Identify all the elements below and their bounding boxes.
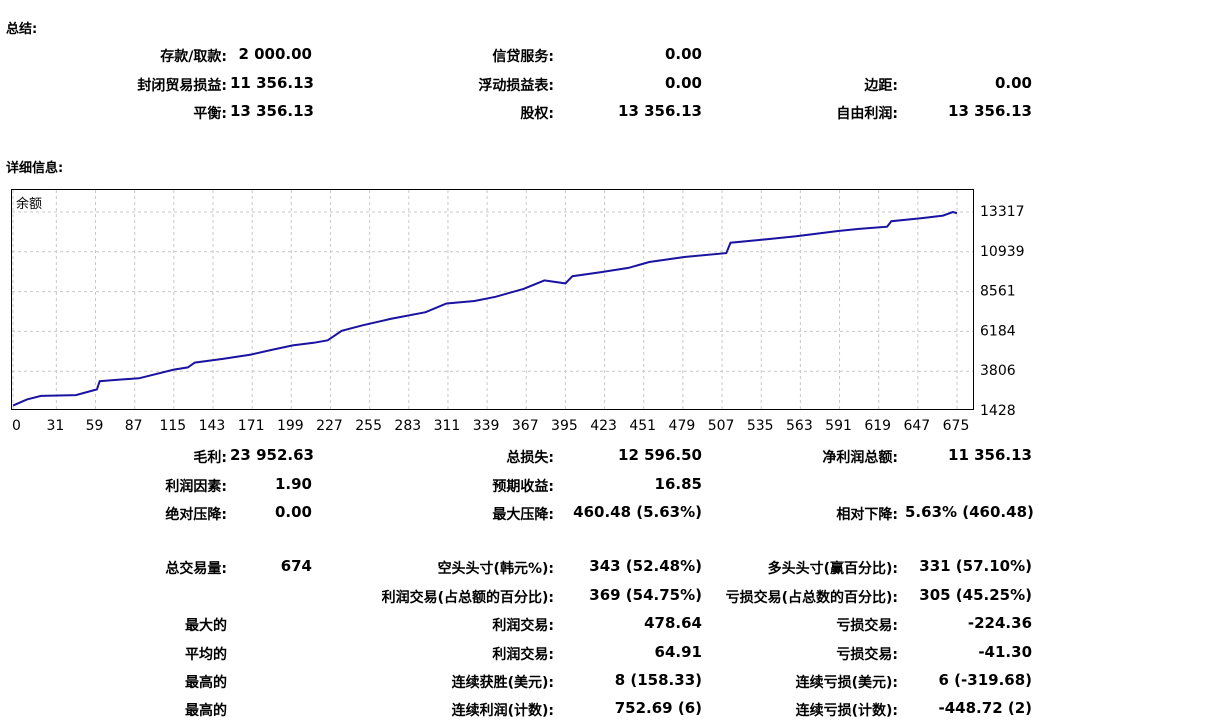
x-tick-label: 619 bbox=[864, 418, 891, 434]
summary-field-value: 0.00 bbox=[994, 74, 1032, 92]
summary-field-label: 信贷服务: bbox=[492, 49, 554, 65]
x-tick-label: 535 bbox=[747, 418, 774, 434]
x-tick-label: 115 bbox=[159, 418, 186, 434]
x-tick-label: 59 bbox=[86, 418, 104, 434]
summary-field-label: 封闭贸易损益: bbox=[137, 78, 227, 94]
y-tick-label: 1428 bbox=[980, 403, 1016, 419]
summary-field-value: 11 356.13 bbox=[230, 74, 314, 92]
trade-field-value: 6 (-319.68) bbox=[938, 671, 1032, 689]
trade-field-label: 利润交易: bbox=[492, 618, 554, 634]
x-tick-label: 339 bbox=[473, 418, 500, 434]
details-heading: 详细信息: bbox=[6, 161, 64, 176]
trade-field-value: 64.91 bbox=[654, 643, 702, 661]
summary-heading: 总结: bbox=[6, 22, 38, 37]
x-tick-label: 675 bbox=[943, 418, 970, 434]
detail-field-label: 利润因素: bbox=[165, 479, 227, 495]
balance-line bbox=[12, 210, 958, 407]
x-tick-label: 479 bbox=[669, 418, 696, 434]
y-tick-label: 10939 bbox=[980, 244, 1025, 260]
x-tick-label: 199 bbox=[277, 418, 304, 434]
detail-field-label: 净利润总额: bbox=[822, 450, 898, 466]
trade-field-value: 8 (158.33) bbox=[614, 671, 702, 689]
x-tick-label: 283 bbox=[394, 418, 421, 434]
y-tick-label: 6184 bbox=[980, 323, 1016, 339]
x-tick-label: 255 bbox=[355, 418, 382, 434]
trade-field-label: 亏损交易: bbox=[836, 618, 898, 634]
trade-field-label: 连续获胜(美元): bbox=[451, 675, 554, 691]
chart-title: 余额 bbox=[16, 196, 42, 212]
detail-field-value: 460.48 (5.63%) bbox=[573, 503, 702, 521]
x-tick-label: 311 bbox=[434, 418, 461, 434]
summary-field-value: 13 356.13 bbox=[618, 102, 702, 120]
trade-field-label: 利润交易(占总额的百分比): bbox=[381, 590, 554, 606]
summary-field-value: 13 356.13 bbox=[948, 102, 1032, 120]
summary-field-label: 平衡: bbox=[193, 106, 227, 122]
detail-field-value: 1.90 bbox=[274, 475, 312, 493]
summary-field-value: 13 356.13 bbox=[230, 102, 314, 120]
y-tick-label: 8561 bbox=[980, 284, 1016, 300]
balance-chart: 余额 bbox=[11, 189, 974, 410]
trade-field-label: 利润交易: bbox=[492, 647, 554, 663]
trade-field-label: 平均的 bbox=[185, 647, 227, 663]
detail-field-value: 0.00 bbox=[274, 503, 312, 521]
summary-field-label: 股权: bbox=[520, 106, 554, 122]
x-tick-label: 367 bbox=[512, 418, 539, 434]
summary-field-label: 存款/取款: bbox=[160, 49, 227, 65]
trade-field-label: 空头头寸(韩元%): bbox=[437, 561, 554, 577]
trade-field-label: 最大的 bbox=[185, 618, 227, 634]
detail-field-value: 5.63% (460.48) bbox=[905, 503, 1034, 521]
summary-field-value: 2 000.00 bbox=[238, 45, 312, 63]
detail-field-label: 绝对压降: bbox=[165, 507, 227, 523]
trade-field-value: 305 (45.25%) bbox=[919, 586, 1032, 604]
x-tick-label: 171 bbox=[238, 418, 265, 434]
trade-field-value: 752.69 (6) bbox=[614, 699, 702, 717]
detail-field-label: 毛利: bbox=[193, 450, 227, 466]
trade-field-label: 亏损交易(占总数的百分比): bbox=[725, 590, 898, 606]
x-tick-label: 563 bbox=[786, 418, 813, 434]
summary-field-label: 边距: bbox=[864, 78, 898, 94]
trade-field-label: 连续亏损(计数): bbox=[795, 703, 898, 719]
detail-field-value: 11 356.13 bbox=[948, 446, 1032, 464]
x-tick-label: 423 bbox=[590, 418, 617, 434]
y-tick-label: 3806 bbox=[980, 363, 1016, 379]
trade-field-value: 331 (57.10%) bbox=[919, 557, 1032, 575]
trade-field-value: 478.64 bbox=[644, 614, 702, 632]
x-tick-label: 0 bbox=[12, 418, 21, 434]
x-tick-label: 591 bbox=[825, 418, 852, 434]
summary-field-label: 自由利润: bbox=[836, 106, 898, 122]
trade-field-value: 369 (54.75%) bbox=[589, 586, 702, 604]
x-tick-label: 143 bbox=[199, 418, 226, 434]
trade-field-label: 连续亏损(美元): bbox=[795, 675, 898, 691]
trade-field-value: -224.36 bbox=[967, 614, 1032, 632]
x-tick-label: 87 bbox=[125, 418, 143, 434]
trade-field-label: 总交易量: bbox=[165, 561, 227, 577]
detail-field-value: 16.85 bbox=[654, 475, 702, 493]
summary-field-value: 0.00 bbox=[664, 45, 702, 63]
summary-field-label: 浮动损益表: bbox=[478, 78, 554, 94]
trade-field-value: 674 bbox=[280, 557, 312, 575]
x-tick-label: 647 bbox=[903, 418, 930, 434]
trade-field-label: 最高的 bbox=[185, 675, 227, 691]
x-tick-label: 227 bbox=[316, 418, 343, 434]
trade-field-value: 343 (52.48%) bbox=[589, 557, 702, 575]
trade-field-label: 连续利润(计数): bbox=[451, 703, 554, 719]
balance-chart-svg: 余额 bbox=[12, 190, 973, 409]
x-tick-label: 507 bbox=[708, 418, 735, 434]
detail-field-label: 最大压降: bbox=[492, 507, 554, 523]
x-tick-label: 31 bbox=[46, 418, 64, 434]
trade-field-label: 多头头寸(赢百分比): bbox=[767, 561, 898, 577]
detail-field-label: 总损失: bbox=[506, 450, 554, 466]
detail-field-label: 预期收益: bbox=[492, 479, 554, 495]
trade-field-label: 亏损交易: bbox=[836, 647, 898, 663]
trade-field-label: 最高的 bbox=[185, 703, 227, 719]
trade-field-value: -448.72 (2) bbox=[938, 699, 1032, 717]
x-tick-label: 451 bbox=[629, 418, 656, 434]
detail-field-value: 12 596.50 bbox=[618, 446, 702, 464]
x-tick-label: 395 bbox=[551, 418, 578, 434]
detail-field-value: 23 952.63 bbox=[230, 446, 314, 464]
detail-field-label: 相对下降: bbox=[836, 507, 898, 523]
y-tick-label: 13317 bbox=[980, 204, 1025, 220]
summary-field-value: 0.00 bbox=[664, 74, 702, 92]
trade-field-value: -41.30 bbox=[978, 643, 1032, 661]
